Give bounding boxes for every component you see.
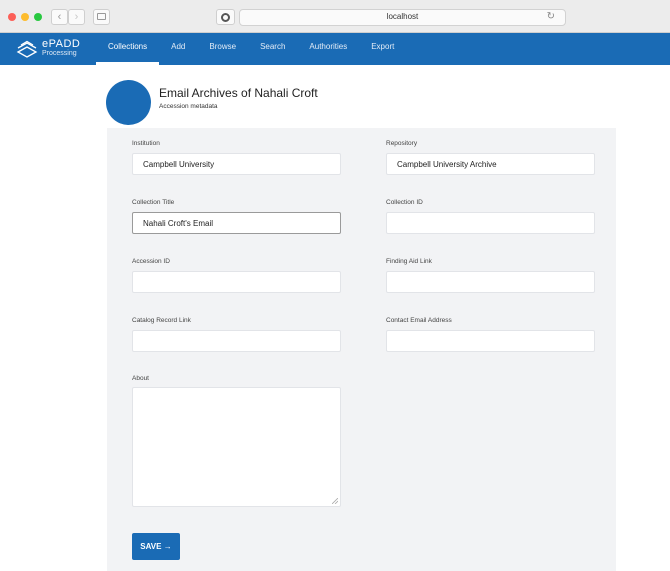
chevron-right-icon: › bbox=[74, 11, 79, 23]
forward-button[interactable]: › bbox=[68, 9, 85, 25]
nav-add[interactable]: Add bbox=[159, 33, 197, 65]
maximize-window-button[interactable] bbox=[34, 13, 42, 21]
accession-id-label: Accession ID bbox=[132, 258, 170, 265]
repository-field[interactable]: Campbell University Archive bbox=[386, 153, 595, 175]
about-label: About bbox=[132, 375, 149, 382]
browser-toolbar: ‹ › localhost ↻ bbox=[0, 0, 670, 33]
contact-email-field[interactable] bbox=[386, 330, 595, 352]
collection-id-label: Collection ID bbox=[386, 199, 423, 206]
repository-label: Repository bbox=[386, 140, 418, 147]
app-navbar: ePADD Processing Collections Add Browse … bbox=[0, 33, 670, 65]
logo-icon bbox=[16, 40, 38, 58]
nav-authorities[interactable]: Authorities bbox=[297, 33, 359, 65]
privacy-button[interactable] bbox=[216, 9, 235, 25]
about-textarea[interactable] bbox=[132, 387, 341, 507]
catalog-record-link-label: Catalog Record Link bbox=[132, 317, 191, 324]
contact-email-label: Contact Email Address bbox=[386, 317, 452, 324]
url-text: localhost bbox=[386, 12, 419, 21]
sidebar-icon bbox=[97, 13, 106, 20]
page-subtitle: Accession metadata bbox=[159, 103, 218, 110]
finding-aid-link-label: Finding Aid Link bbox=[386, 258, 432, 265]
collection-title-field[interactable]: Nahali Croft's Email bbox=[132, 212, 341, 234]
nav-collections[interactable]: Collections bbox=[96, 33, 160, 65]
collection-title-label: Collection Title bbox=[132, 199, 175, 206]
accession-id-field[interactable] bbox=[132, 271, 341, 293]
minimize-window-button[interactable] bbox=[21, 13, 29, 21]
logo-subtitle: Processing bbox=[42, 50, 77, 57]
close-window-button[interactable] bbox=[8, 13, 16, 21]
accession-metadata-form: Institution Campbell University Reposito… bbox=[107, 128, 616, 571]
nav-browse[interactable]: Browse bbox=[197, 33, 248, 65]
chevron-left-icon: ‹ bbox=[57, 11, 62, 23]
app-logo[interactable]: ePADD Processing bbox=[14, 37, 94, 61]
institution-field[interactable]: Campbell University bbox=[132, 153, 341, 175]
sidebar-toggle-button[interactable] bbox=[93, 9, 110, 25]
back-button[interactable]: ‹ bbox=[51, 9, 68, 25]
institution-label: Institution bbox=[132, 140, 160, 147]
address-bar[interactable]: localhost ↻ bbox=[239, 9, 566, 26]
finding-aid-link-field[interactable] bbox=[386, 271, 595, 293]
resize-handle-icon[interactable] bbox=[332, 498, 338, 504]
collection-id-field[interactable] bbox=[386, 212, 595, 234]
main-nav: Collections Add Browse Search Authoritie… bbox=[96, 33, 406, 65]
logo-text: ePADD bbox=[42, 38, 81, 50]
reload-icon[interactable]: ↻ bbox=[547, 11, 555, 22]
collection-avatar bbox=[106, 80, 151, 125]
catalog-record-link-field[interactable] bbox=[132, 330, 341, 352]
nav-search[interactable]: Search bbox=[248, 33, 297, 65]
privacy-icon bbox=[221, 13, 230, 22]
nav-export[interactable]: Export bbox=[359, 33, 406, 65]
page-title: Email Archives of Nahali Croft bbox=[159, 86, 318, 100]
save-button[interactable]: SAVE → bbox=[132, 533, 180, 560]
